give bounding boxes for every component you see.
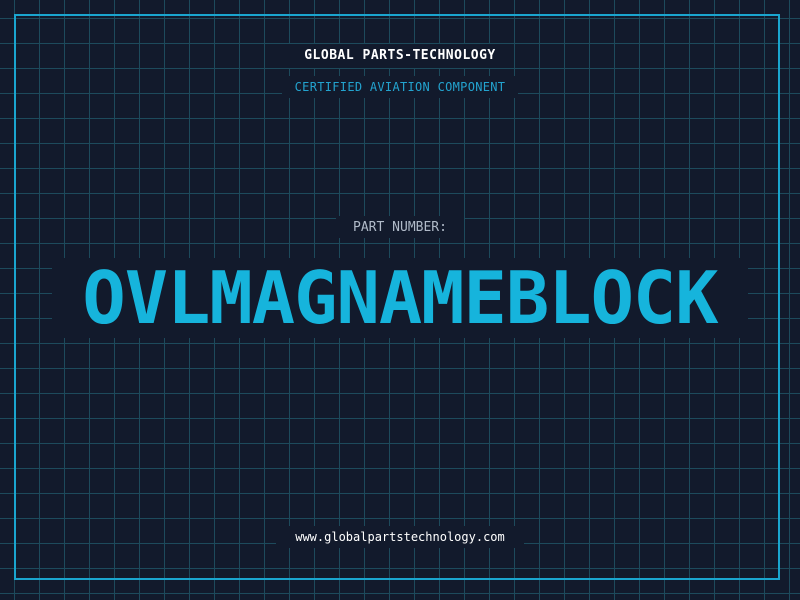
- certificate-card: GLOBAL PARTS-TECHNOLOGY CERTIFIED AVIATI…: [0, 0, 800, 600]
- certification-subtitle: CERTIFIED AVIATION COMPONENT: [294, 80, 506, 94]
- website-url: www.globalpartstechnology.com: [295, 530, 505, 544]
- part-number-value: OVLMAGNAMEBLOCK: [82, 256, 718, 340]
- part-number-label: PART NUMBER:: [353, 220, 447, 235]
- brand-name: GLOBAL PARTS-TECHNOLOGY: [304, 48, 496, 63]
